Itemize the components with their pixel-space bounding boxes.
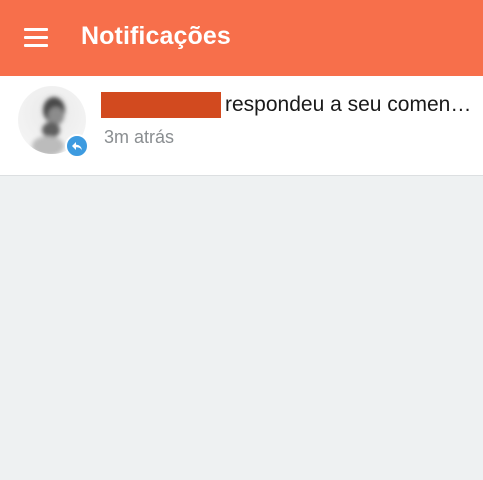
notification-message: respondeu a seu comen… — [225, 93, 472, 116]
notification-text: respondeu a seu comen… — [101, 90, 476, 120]
redacted-sender-name — [101, 92, 221, 118]
reply-icon — [65, 134, 89, 158]
hamburger-menu-icon[interactable] — [24, 28, 50, 48]
notification-item[interactable]: respondeu a seu comen… 3m atrás — [0, 76, 483, 176]
app-bar: Notificações — [0, 0, 483, 76]
page-title: Notificações — [81, 22, 231, 50]
notification-timestamp: 3m atrás — [104, 127, 175, 147]
notification-list: respondeu a seu comen… 3m atrás — [0, 76, 483, 176]
